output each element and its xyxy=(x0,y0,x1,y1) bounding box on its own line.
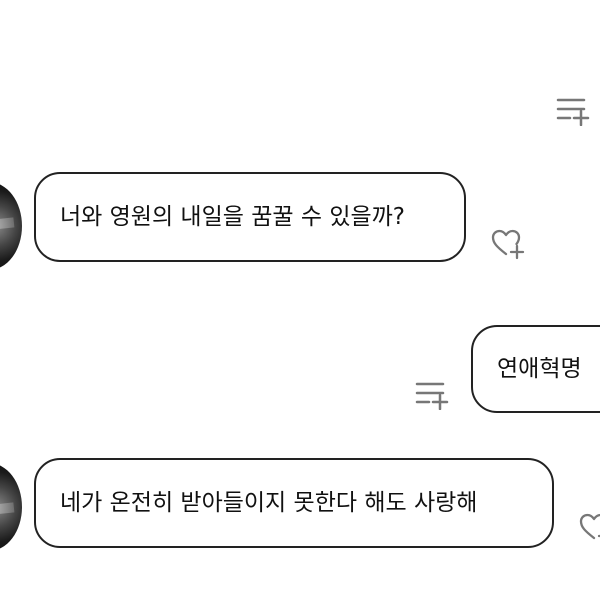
heart-plus-icon[interactable] xyxy=(579,512,600,544)
message-bubble-outgoing[interactable]: 연애혁명 xyxy=(471,325,600,413)
message-bubble-incoming[interactable]: 네가 온전히 받아들이지 못한다 해도 사랑해 xyxy=(34,458,554,548)
playlist-add-icon[interactable] xyxy=(556,96,590,126)
message-text: 너와 영원의 내일을 꿈꿀 수 있을까? xyxy=(60,203,406,230)
chat-screen: 너와 영원의 내일을 꿈꿀 수 있을까? 연애혁명 네가 온전히 받아들이지 못… xyxy=(0,0,600,600)
heart-plus-icon[interactable] xyxy=(491,228,525,260)
playlist-add-icon[interactable] xyxy=(415,380,449,410)
message-text: 네가 온전히 받아들이지 못한다 해도 사랑해 xyxy=(60,489,478,516)
avatar[interactable] xyxy=(0,463,22,551)
message-text: 연애혁명 xyxy=(497,355,582,382)
message-bubble-incoming[interactable]: 너와 영원의 내일을 꿈꿀 수 있을까? xyxy=(34,172,466,262)
avatar[interactable] xyxy=(0,182,22,270)
